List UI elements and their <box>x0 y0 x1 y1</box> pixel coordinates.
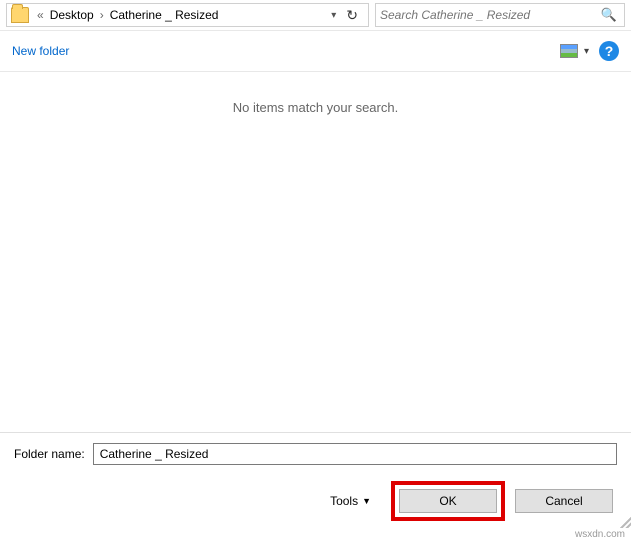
breadcrumb-segment[interactable]: Desktop <box>48 8 96 22</box>
file-list-area: No items match your search. <box>0 72 631 432</box>
search-input[interactable] <box>380 8 598 22</box>
folder-icon <box>11 7 29 23</box>
tools-menu[interactable]: Tools ▼ <box>330 494 371 508</box>
new-folder-link[interactable]: New folder <box>12 44 69 58</box>
search-icon[interactable]: 🔍 <box>598 7 620 23</box>
address-search-bar: « Desktop › Catherine _ Resized ▾ ↻ 🔍 <box>0 0 631 31</box>
breadcrumb[interactable]: « Desktop › Catherine _ Resized ▾ ↻ <box>6 3 369 27</box>
resize-grip[interactable] <box>617 514 631 528</box>
chevron-down-icon[interactable]: ▾ <box>331 10 336 21</box>
breadcrumb-separator: › <box>96 8 108 22</box>
empty-message: No items match your search. <box>233 100 398 115</box>
picture-icon <box>560 44 578 58</box>
search-box[interactable]: 🔍 <box>375 3 625 27</box>
watermark: wsxdn.com <box>575 529 625 540</box>
ok-button[interactable]: OK <box>399 489 497 513</box>
help-icon[interactable]: ? <box>599 41 619 61</box>
tools-label: Tools <box>330 494 358 508</box>
breadcrumb-prefix: « <box>33 8 48 22</box>
ok-highlight-box: OK <box>391 481 505 521</box>
chevron-down-icon: ▼ <box>362 496 371 506</box>
folder-name-label: Folder name: <box>14 447 85 461</box>
command-bar: New folder ▾ ? <box>0 31 631 72</box>
bottom-panel: Folder name: Tools ▼ OK Cancel <box>0 432 631 533</box>
view-options-button[interactable]: ▾ <box>560 44 589 58</box>
breadcrumb-segment[interactable]: Catherine _ Resized <box>108 8 221 22</box>
refresh-icon[interactable]: ↻ <box>342 7 362 24</box>
folder-name-input[interactable] <box>93 443 617 465</box>
chevron-down-icon: ▾ <box>584 46 589 57</box>
cancel-button[interactable]: Cancel <box>515 489 613 513</box>
